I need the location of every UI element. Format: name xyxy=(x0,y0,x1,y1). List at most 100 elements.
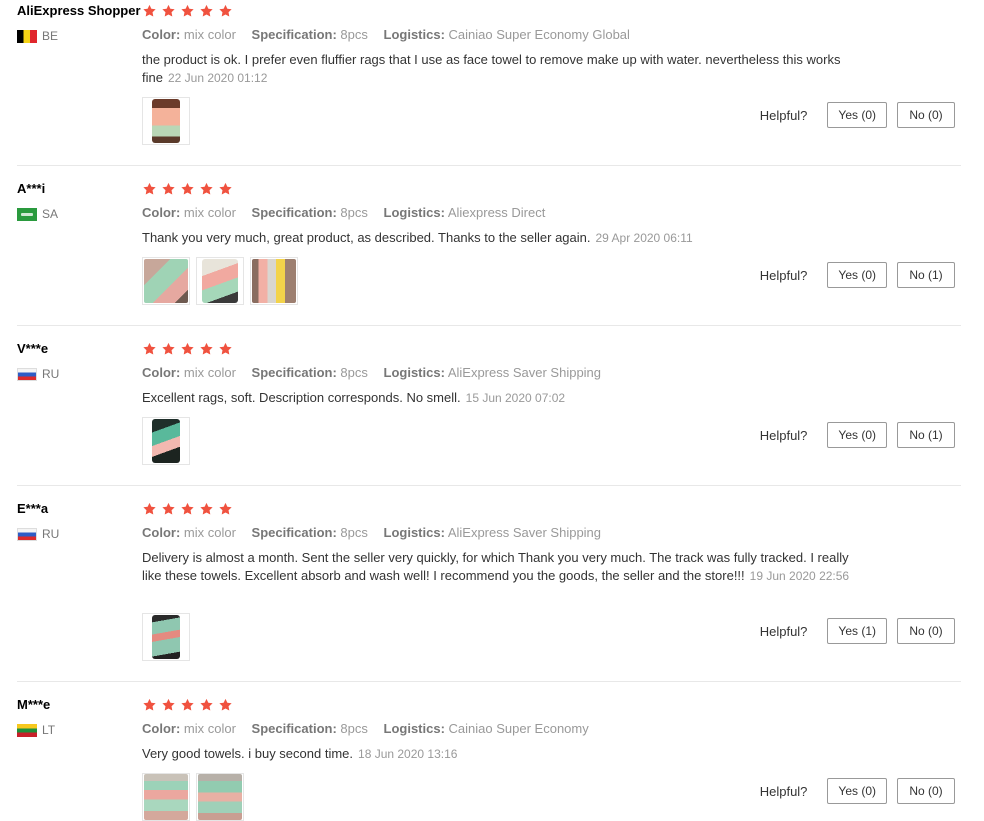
review-item: AliExpress Shopper BE Color: mix color S… xyxy=(0,0,961,166)
reviewer-country: LT xyxy=(17,723,55,737)
star-icon xyxy=(218,698,233,712)
review-photo-thumbnail[interactable] xyxy=(142,257,190,305)
review-photo-thumbnail[interactable] xyxy=(250,257,298,305)
star-icon xyxy=(161,698,176,712)
color-value: mix color xyxy=(183,365,236,380)
be-flag-icon xyxy=(17,29,37,43)
star-icon xyxy=(142,698,157,712)
review-photo-thumbnail[interactable] xyxy=(142,97,190,145)
review-date: 22 Jun 2020 01:12 xyxy=(167,71,268,85)
star-icon xyxy=(199,182,214,196)
product-attributes: Color: mix color Specification: 8pcs Log… xyxy=(142,721,601,736)
feedback-body: Very good towels. i buy second time. xyxy=(142,746,354,761)
color-label: Color: xyxy=(142,525,181,540)
review-photo-thumbnail[interactable] xyxy=(196,257,244,305)
review-photo-thumbnail[interactable] xyxy=(142,613,190,661)
helpful-no-button[interactable]: No (1) xyxy=(897,262,955,288)
star-icon xyxy=(218,182,233,196)
star-icon xyxy=(142,4,157,18)
specification-label: Specification: xyxy=(251,365,337,380)
helpful-label: Helpful? xyxy=(759,783,808,799)
country-code: SA xyxy=(42,207,59,221)
star-icon xyxy=(142,502,157,516)
logistics-label: Logistics: xyxy=(383,365,445,380)
review-photo-thumbnail[interactable] xyxy=(196,773,244,821)
star-icon xyxy=(161,502,176,516)
star-icon xyxy=(180,182,195,196)
reviewer-name: M***e xyxy=(17,697,51,712)
review-item: E***a RU Color: mix color Specification:… xyxy=(0,486,961,682)
review-item: V***e RU Color: mix color Specification:… xyxy=(0,326,961,486)
feedback-body: Excellent rags, soft. Description corres… xyxy=(142,390,461,405)
star-icon xyxy=(199,502,214,516)
star-icon xyxy=(142,342,157,356)
color-value: mix color xyxy=(183,27,236,42)
helpful-yes-button[interactable]: Yes (0) xyxy=(827,422,887,448)
helpful-yes-button[interactable]: Yes (0) xyxy=(827,262,887,288)
star-icon xyxy=(180,698,195,712)
star-icon xyxy=(199,698,214,712)
reviewer-country: RU xyxy=(17,527,59,541)
ru-flag-icon xyxy=(17,367,37,381)
helpful-yes-button[interactable]: Yes (1) xyxy=(827,618,887,644)
specification-label: Specification: xyxy=(251,721,337,736)
color-value: mix color xyxy=(183,525,236,540)
helpful-label: Helpful? xyxy=(759,107,808,123)
review-text: Very good towels. i buy second time. 18 J… xyxy=(142,745,862,763)
reviewer-country: SA xyxy=(17,207,58,221)
helpful-no-button[interactable]: No (0) xyxy=(897,778,955,804)
star-icon xyxy=(218,4,233,18)
rating-stars xyxy=(142,182,237,196)
helpful-no-button[interactable]: No (0) xyxy=(897,102,955,128)
color-label: Color: xyxy=(142,205,181,220)
specification-value: 8pcs xyxy=(340,27,368,42)
feedback-body: Delivery is almost a month. Sent the sel… xyxy=(142,550,849,583)
helpful-yes-button[interactable]: Yes (0) xyxy=(827,102,887,128)
helpful-voting: Helpful? Yes (1) No (0) xyxy=(760,618,955,644)
review-photos xyxy=(142,97,196,145)
star-icon xyxy=(180,342,195,356)
rating-stars xyxy=(142,698,237,712)
product-attributes: Color: mix color Specification: 8pcs Log… xyxy=(142,525,613,540)
helpful-yes-button[interactable]: Yes (0) xyxy=(827,778,887,804)
review-photo-thumbnail[interactable] xyxy=(142,417,190,465)
review-photos xyxy=(142,417,196,465)
specification-value: 8pcs xyxy=(340,721,368,736)
feedback-body: Thank you very much, great product, as d… xyxy=(142,230,591,245)
rating-stars xyxy=(142,342,237,356)
star-icon xyxy=(218,502,233,516)
star-icon xyxy=(161,182,176,196)
helpful-label: Helpful? xyxy=(759,267,808,283)
review-photo-thumbnail[interactable] xyxy=(142,773,190,821)
rating-stars xyxy=(142,4,237,18)
helpful-no-button[interactable]: No (1) xyxy=(897,422,955,448)
helpful-no-button[interactable]: No (0) xyxy=(897,618,955,644)
star-icon xyxy=(199,342,214,356)
product-attributes: Color: mix color Specification: 8pcs Log… xyxy=(142,365,613,380)
review-date: 19 Jun 2020 22:56 xyxy=(749,569,850,583)
reviewer-country: BE xyxy=(17,29,58,43)
logistics-value: Aliexpress Direct xyxy=(447,205,546,220)
star-icon xyxy=(161,342,176,356)
reviewer-name: A***i xyxy=(17,181,46,196)
specification-value: 8pcs xyxy=(340,525,368,540)
review-text: Thank you very much, great product, as d… xyxy=(142,229,862,247)
reviewer-name: AliExpress Shopper xyxy=(17,3,141,18)
review-text: Delivery is almost a month. Sent the sel… xyxy=(142,549,862,585)
review-photos xyxy=(142,613,196,661)
star-icon xyxy=(218,342,233,356)
color-value: mix color xyxy=(183,205,236,220)
specification-value: 8pcs xyxy=(340,205,368,220)
product-attributes: Color: mix color Specification: 8pcs Log… xyxy=(142,205,557,220)
review-text: the product is ok. I prefer even fluffie… xyxy=(142,51,862,87)
logistics-label: Logistics: xyxy=(383,525,445,540)
country-code: BE xyxy=(42,29,59,43)
reviewer-country: RU xyxy=(17,367,59,381)
logistics-label: Logistics: xyxy=(383,205,445,220)
review-item: M***e LT Color: mix color Specification:… xyxy=(0,682,961,821)
logistics-value: Cainiao Super Economy Global xyxy=(448,27,630,42)
color-value: mix color xyxy=(183,721,236,736)
star-icon xyxy=(142,182,157,196)
product-attributes: Color: mix color Specification: 8pcs Log… xyxy=(142,27,642,42)
rating-stars xyxy=(142,502,237,516)
